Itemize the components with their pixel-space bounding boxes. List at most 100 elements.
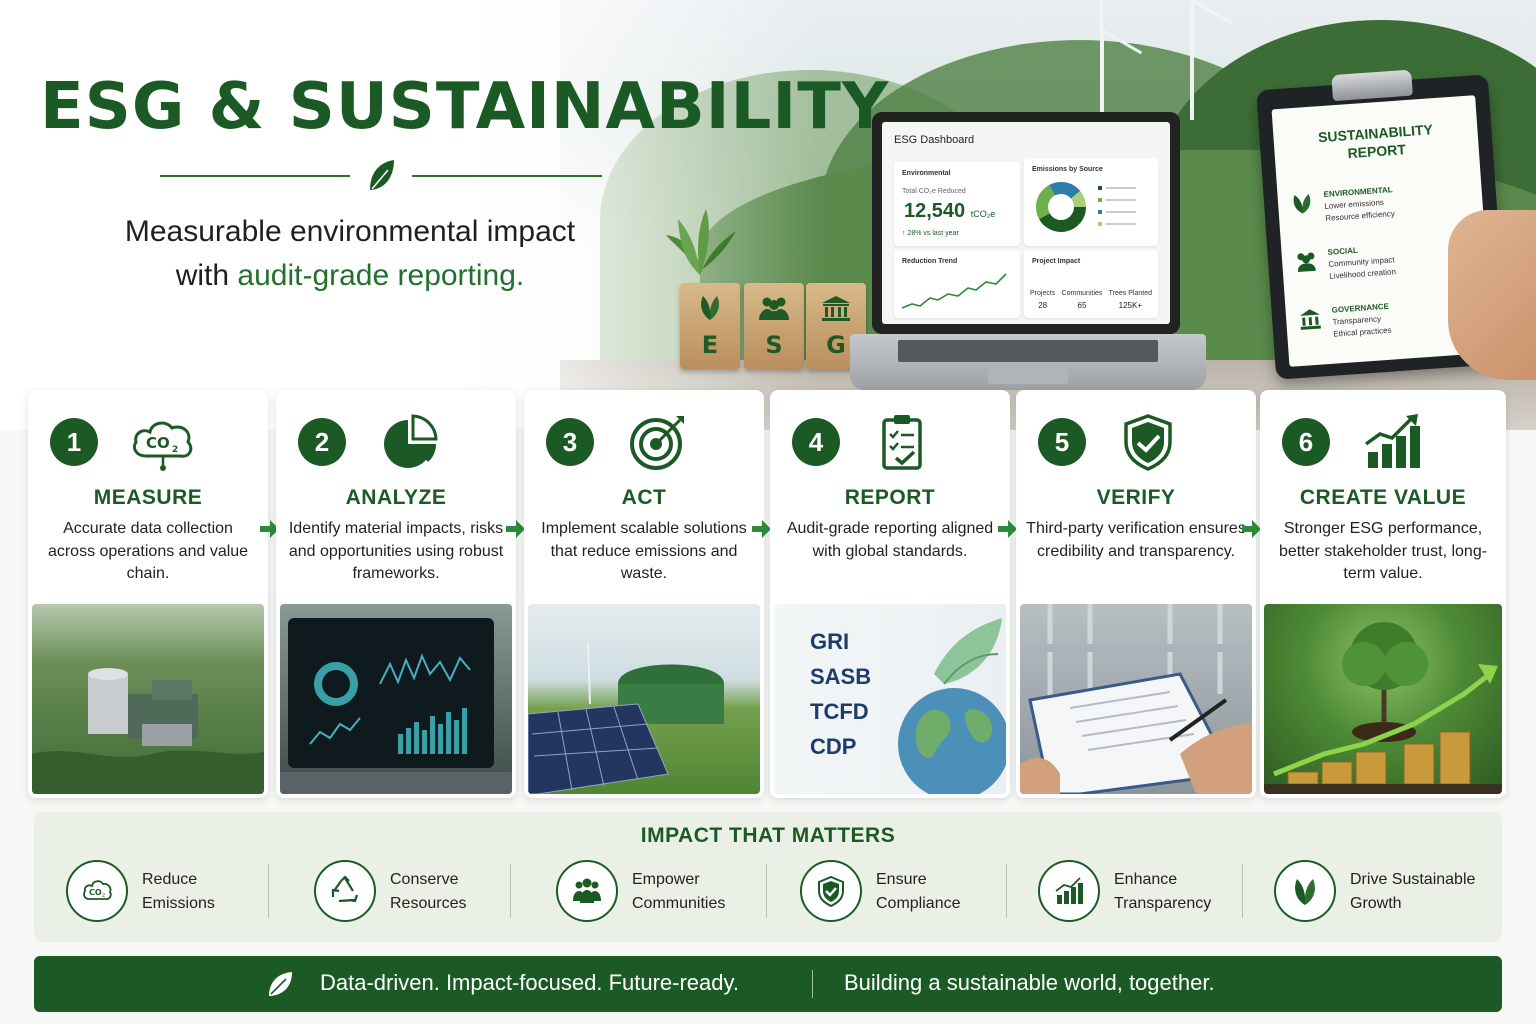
step-card-verify: 5 VERIFY Third-party verification ensure… [1016, 390, 1256, 798]
step-description: Identify material impacts, risks and opp… [288, 520, 504, 582]
impact-separator [1006, 864, 1007, 918]
leaf-icon [701, 295, 719, 320]
impact-label-line: Growth [1350, 895, 1402, 912]
env-label: Environmental [902, 170, 951, 177]
arrow-right-icon [752, 520, 771, 538]
stat-value: 65 [1077, 301, 1087, 310]
stat-label: Projects [1030, 290, 1056, 297]
step-title: ANALYZE [345, 486, 447, 509]
environmental-card: Environmental Total CO₂e Reduced 12,540 … [894, 162, 1020, 246]
step-description: Implement scalable solutions that reduce… [541, 520, 747, 582]
impact-label-line: Emissions [142, 895, 215, 912]
step-card-report: 4 REPORT Audit-grade reporting aligned w… [770, 390, 1010, 798]
trend-label: Reduction Trend [902, 258, 958, 265]
co2-cloud-icon: CO 2 [83, 880, 112, 901]
step-description: Accurate data collection across operatio… [47, 520, 249, 582]
laptop-trackpad [988, 366, 1068, 384]
impact-separator [268, 864, 269, 918]
step-card-act: 3 ACT Implement scalable solutions that … [524, 390, 764, 798]
framework-cdp: CDP [810, 734, 857, 759]
footer-banner: Data-driven. Impact-focused. Future-read… [34, 956, 1502, 1012]
hand [1448, 210, 1536, 380]
impact-label-line: Conserve [390, 871, 459, 888]
framework-list: GRI SASB TCFD CDP [810, 624, 871, 764]
step-description: Third-party verification ensures credibi… [1026, 520, 1246, 560]
report-line: Lower emissions [1324, 197, 1385, 211]
growth-chart-icon [1364, 414, 1420, 468]
impact-separator [510, 864, 511, 918]
step-number: 3 [546, 418, 594, 466]
people-icon [573, 878, 601, 903]
impact-label-line: Drive Sustainable [1350, 871, 1476, 888]
step-card-measure: 1 CO 2 MEASURE Accurate data collection … [28, 390, 268, 798]
stat-value: 125K+ [1118, 301, 1142, 310]
impact-title: IMPACT THAT MATTERS [640, 824, 896, 847]
total-label: Total CO₂e Reduced [902, 188, 966, 195]
svg-text:CO: CO [146, 434, 170, 452]
footer-separator [812, 970, 813, 998]
impact-label-line: Compliance [876, 895, 961, 912]
pie-chart-icon [384, 414, 438, 468]
page-title: ESG & SUSTAINABILITY [40, 70, 890, 144]
report-line: Transparency [1332, 314, 1382, 327]
people-icon [1297, 252, 1316, 272]
impact-label-line: Empower [632, 871, 700, 888]
report-line: Resource efficiency [1324, 209, 1396, 223]
total-number: 12,540 [904, 200, 966, 222]
clipboard-clip [1331, 69, 1413, 102]
report-title: SUSTAINABILITY REPORT [1273, 117, 1479, 167]
step-number: 4 [792, 418, 840, 466]
shield-check-icon [818, 875, 844, 907]
hero-section: ESG & SUSTAINABILITY Measurable environm… [0, 0, 1536, 430]
people-icon [759, 297, 789, 320]
frameworks-image: GRI SASB TCFD CDP [774, 604, 1006, 794]
trend-card: Reduction Trend [894, 250, 1020, 318]
impact-label: Empower Communities [632, 868, 782, 916]
impact-label: Drive Sustainable Growth [1350, 868, 1510, 916]
analytics-illustration [280, 618, 512, 794]
total-value: 12,540 tCO₂e [904, 200, 995, 223]
bar-chart-icon [1055, 877, 1083, 904]
step-card-analyze: 2 ANALYZE Identify material impacts, ris… [276, 390, 516, 798]
step-title: ACT [621, 486, 667, 509]
impact-icon-circle: CO 2 [66, 860, 128, 922]
arrow-right-icon [1242, 520, 1261, 538]
step-title: CREATE VALUE [1299, 486, 1467, 509]
impact-label-line: Reduce [142, 871, 198, 888]
report-line: Community impact [1328, 255, 1395, 269]
impact-label-line: Resources [390, 895, 467, 912]
dashboard-title: ESG Dashboard [894, 134, 975, 146]
impact-label: Reduce Emissions [142, 868, 292, 916]
step-number: 5 [1038, 418, 1086, 466]
leaf-icon [1293, 194, 1311, 214]
framework-sasb: SASB [810, 664, 872, 689]
potted-plant-icon [666, 209, 736, 275]
recycle-icon [331, 875, 359, 903]
subtitle-highlight: audit-grade reporting. [237, 259, 525, 292]
wind-turbine-icon [1190, 0, 1194, 120]
trend-line-icon [902, 273, 1007, 309]
emissions-card: Emissions by Source [1024, 158, 1158, 246]
step-number: 2 [298, 418, 346, 466]
project-stats: Projects 28 Communities 65 Trees Planted 12… [1030, 290, 1152, 310]
arrow-right-icon [998, 520, 1017, 538]
report-row-environmental: ENVIRONMENTAL Lower emissions Resource e… [1289, 177, 1478, 240]
globe-icon [898, 618, 1006, 794]
divider-line [160, 175, 350, 177]
project-card: Project Impact Projects 28 Communities 65 … [1024, 250, 1158, 318]
target-icon [630, 416, 684, 470]
stat-label: Communities [1061, 290, 1103, 297]
impact-icon-circle [1274, 860, 1336, 922]
report-heading: GOVERNANCE [1331, 301, 1390, 315]
subtitle-line-1: Measurable environmental impact [124, 215, 576, 248]
esg-dashboard: ESG Dashboard Environmental Total CO₂e R… [882, 122, 1170, 324]
impact-icon-circle [556, 860, 618, 922]
subtitle-line-2: with audit-grade reporting. [60, 254, 640, 298]
verification-image [1020, 604, 1252, 794]
donut-chart-icon [1036, 182, 1086, 232]
solar-biogas-image [528, 604, 760, 794]
block-letter: G [826, 330, 846, 359]
shield-check-icon [1124, 414, 1172, 471]
stat-trees: Trees Planted 125K+ [1109, 290, 1152, 310]
growth-coins-image [1264, 604, 1502, 794]
